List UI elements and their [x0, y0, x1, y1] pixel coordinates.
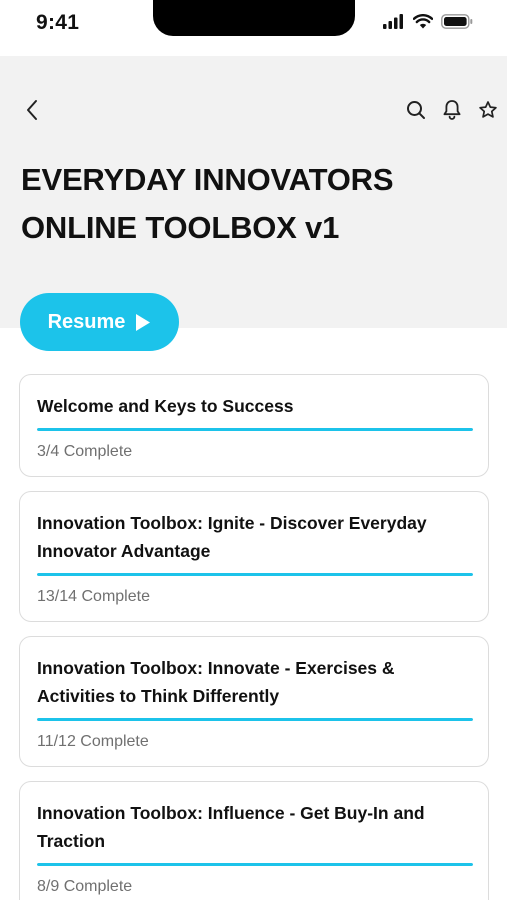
module-status: 13/14 Complete [37, 588, 150, 605]
status-time: 9:41 [36, 11, 80, 34]
module-card[interactable]: Innovation Toolbox: Innovate - Exercises… [19, 636, 489, 767]
module-progress-bar [37, 573, 473, 576]
resume-button-label: Resume [47, 310, 126, 333]
cellular-signal-icon [383, 14, 405, 29]
module-progress-fill [37, 573, 473, 576]
back-chevron-icon [25, 99, 39, 126]
device-notch [153, 0, 355, 36]
star-icon [478, 100, 498, 125]
back-button[interactable] [18, 98, 46, 126]
status-icons [383, 14, 473, 29]
nav-bar [0, 94, 507, 130]
module-progress-bar [37, 428, 473, 431]
module-title: Innovation Toolbox: Innovate - Exercises… [37, 658, 395, 706]
favorite-button[interactable] [475, 98, 501, 126]
module-progress-bar [37, 718, 473, 721]
module-status: 8/9 Complete [37, 878, 133, 895]
module-progress-bar [37, 863, 473, 866]
page-title: EVERYDAY INNOVATORS ONLINE TOOLBOX v1 [21, 156, 461, 252]
nav-actions [403, 98, 501, 126]
resume-button[interactable]: Resume [20, 293, 179, 351]
module-card[interactable]: Innovation Toolbox: Influence - Get Buy-… [19, 781, 489, 900]
module-status: 11/12 Complete [37, 733, 149, 750]
bell-icon [442, 99, 462, 125]
notifications-button[interactable] [439, 98, 465, 126]
module-progress-fill [37, 718, 473, 721]
module-status: 3/4 Complete [37, 443, 133, 460]
module-card[interactable]: Welcome and Keys to Success 3/4 Complete [19, 374, 489, 477]
app-screen: 9:41 EVERYDAY INNOVATORS ONLINE TOOLBOX … [0, 0, 507, 900]
course-header: EVERYDAY INNOVATORS ONLINE TOOLBOX v1 [0, 56, 507, 328]
page-title-line-1: EVERYDAY INNOVATORS [21, 162, 394, 197]
search-button[interactable] [403, 98, 429, 126]
battery-icon [441, 14, 473, 29]
module-progress-fill [37, 863, 473, 866]
module-progress-fill [37, 428, 473, 431]
module-card[interactable]: Innovation Toolbox: Ignite - Discover Ev… [19, 491, 489, 622]
wifi-icon [413, 14, 433, 29]
search-icon [406, 100, 426, 125]
module-title: Innovation Toolbox: Ignite - Discover Ev… [37, 513, 427, 561]
module-title: Innovation Toolbox: Influence - Get Buy-… [37, 803, 425, 851]
module-list: Welcome and Keys to Success 3/4 Complete… [19, 374, 489, 900]
page-title-line-2: ONLINE TOOLBOX v1 [21, 210, 340, 245]
module-title: Welcome and Keys to Success [37, 396, 294, 416]
status-bar: 9:41 [0, 0, 507, 56]
play-icon [135, 313, 151, 332]
